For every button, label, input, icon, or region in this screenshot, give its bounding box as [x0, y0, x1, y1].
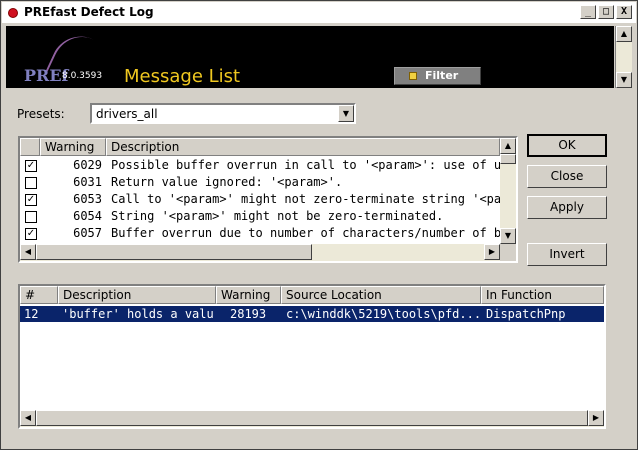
filter-led-icon — [409, 72, 417, 80]
warning-code: 6054 — [73, 209, 102, 223]
warning-description: Call to '<param>' might not zero-termina… — [111, 192, 500, 206]
invert-button[interactable]: Invert — [527, 243, 607, 266]
banner-scrollbar[interactable]: ▲ ▼ — [615, 26, 632, 88]
column-header-warning[interactable]: Warning — [216, 286, 281, 304]
title-bar[interactable]: PREfast Defect Log _ □ X — [2, 2, 636, 23]
banner: PREf 8.0.3593 Message List Filter — [6, 26, 614, 88]
warning-description: Buffer overrun due to number of characte… — [111, 226, 500, 240]
column-header-source-location[interactable]: Source Location — [281, 286, 481, 304]
checkbox[interactable]: ✓ — [25, 160, 37, 172]
list-item[interactable]: ✓ 6057 Buffer overrun due to number of c… — [20, 225, 500, 242]
scroll-up-icon[interactable]: ▲ — [616, 26, 632, 42]
scroll-thumb[interactable] — [36, 410, 588, 426]
warning-description: Return value ignored: '<param>'. — [111, 175, 343, 189]
warning-description: String '<param>' might not be zero-termi… — [111, 209, 444, 223]
scroll-right-icon[interactable]: ▶ — [484, 244, 500, 260]
defect-number: 12 — [24, 307, 39, 321]
column-header-description[interactable]: Description — [106, 138, 500, 156]
window-title: PREfast Defect Log — [24, 5, 154, 19]
warnings-vscrollbar[interactable]: ▲ ▼ — [500, 138, 516, 244]
scroll-down-icon[interactable]: ▼ — [616, 72, 632, 88]
checkbox[interactable] — [25, 211, 37, 223]
warnings-hscrollbar[interactable]: ◀ ▶ — [20, 244, 500, 261]
table-row[interactable]: 12 'buffer' holds a valu... 28193 c:\win… — [20, 306, 604, 322]
maximize-button[interactable]: □ — [598, 5, 614, 19]
defect-description: 'buffer' holds a valu... — [62, 307, 214, 321]
warning-code: 6057 — [73, 226, 102, 240]
column-header-check[interactable] — [20, 138, 40, 156]
warning-code: 6029 — [73, 158, 102, 172]
list-item[interactable]: ✓ 6029 Possible buffer overrun in call t… — [20, 157, 500, 174]
list-item[interactable]: 6031 Return value ignored: '<param>'. — [20, 174, 500, 191]
scroll-left-icon[interactable]: ◀ — [20, 244, 36, 260]
scroll-left-icon[interactable]: ◀ — [20, 410, 36, 426]
column-header-warning[interactable]: Warning — [40, 138, 106, 156]
ok-button[interactable]: OK — [527, 134, 607, 157]
app-icon[interactable] — [8, 8, 18, 18]
presets-combobox[interactable]: drivers_all ▼ — [90, 103, 356, 124]
presets-value: drivers_all — [96, 107, 158, 121]
defect-warning: 28193 — [230, 307, 267, 321]
apply-button[interactable]: Apply — [527, 196, 607, 219]
column-header-number[interactable]: # — [20, 286, 58, 304]
checkbox[interactable]: ✓ — [25, 194, 37, 206]
scroll-corner — [500, 244, 516, 261]
banner-title: Message List — [124, 66, 241, 87]
defect-function: DispatchPnp — [486, 307, 566, 321]
filter-label: Filter — [425, 69, 459, 82]
chevron-down-icon[interactable]: ▼ — [338, 105, 354, 122]
close-button[interactable]: Close — [527, 165, 607, 188]
defects-hscrollbar[interactable]: ◀ ▶ — [20, 410, 604, 427]
checkbox[interactable]: ✓ — [25, 228, 37, 240]
scroll-down-icon[interactable]: ▼ — [500, 228, 516, 244]
checkbox[interactable] — [25, 177, 37, 189]
scroll-thumb[interactable] — [500, 154, 516, 164]
presets-label: Presets: — [17, 107, 65, 121]
defects-list[interactable]: # Description Warning Source Location In… — [18, 284, 606, 429]
filter-button[interactable]: Filter — [394, 67, 481, 85]
scroll-thumb[interactable] — [36, 244, 312, 260]
warning-description: Possible buffer overrun in call to '<par… — [111, 158, 500, 172]
prefast-window: PREfast Defect Log _ □ X PREf 8.0.3593 M… — [0, 0, 638, 450]
warnings-list[interactable]: Warning Description ✓ 6029 Possible buff… — [18, 136, 518, 263]
close-window-button[interactable]: X — [616, 5, 632, 19]
list-item[interactable]: ✓ 6053 Call to '<param>' might not zero-… — [20, 191, 500, 208]
warning-code: 6031 — [73, 175, 102, 189]
scroll-up-icon[interactable]: ▲ — [500, 138, 516, 154]
warning-code: 6053 — [73, 192, 102, 206]
column-header-description[interactable]: Description — [58, 286, 216, 304]
minimize-button[interactable]: _ — [580, 5, 596, 19]
column-header-in-function[interactable]: In Function — [481, 286, 604, 304]
scroll-right-icon[interactable]: ▶ — [588, 410, 604, 426]
version-label: 8.0.3593 — [62, 71, 103, 81]
list-item[interactable]: 6054 String '<param>' might not be zero-… — [20, 208, 500, 225]
defect-source-location: c:\winddk\5219\tools\pfd... — [286, 307, 480, 321]
